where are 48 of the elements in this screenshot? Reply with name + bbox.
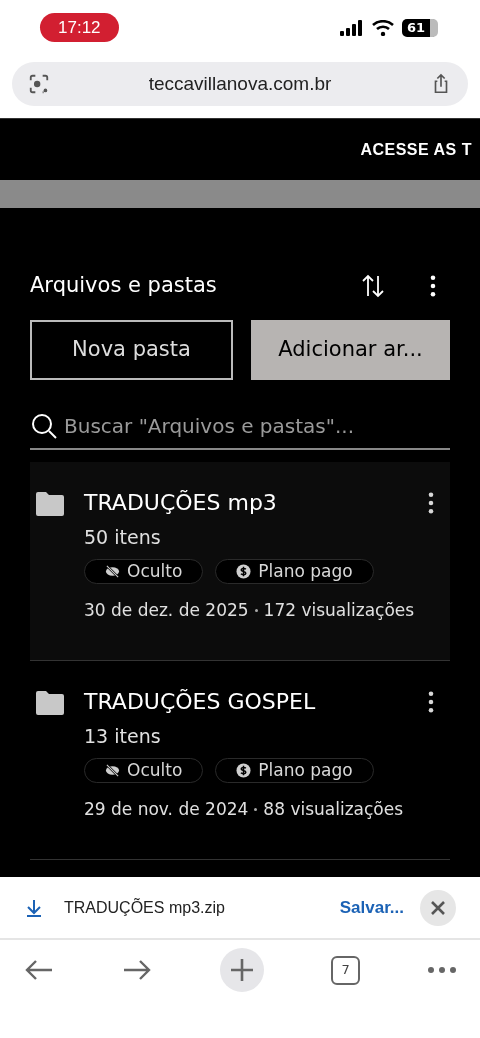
address-bar[interactable]: teccavillanova.com.br	[12, 62, 468, 106]
search-icon	[30, 411, 58, 440]
add-file-button[interactable]: Adicionar ar...	[251, 319, 450, 380]
forward-icon[interactable]	[121, 958, 152, 982]
back-icon[interactable]	[24, 958, 54, 982]
dollar-icon	[236, 763, 252, 778]
tag-label: Oculto	[127, 559, 183, 583]
section-title: Arquivos e pastas	[30, 272, 217, 299]
eye-off-icon	[105, 763, 120, 778]
separator-dot	[254, 808, 258, 812]
more-icon[interactable]	[428, 690, 434, 713]
tabs-button[interactable]: 7	[331, 955, 361, 985]
more-icon[interactable]	[430, 274, 436, 297]
folder-name: TRADUÇÕES mp3	[84, 488, 277, 517]
folder-date: 30 de dez. de 2025	[84, 599, 249, 622]
separator-dot	[254, 609, 258, 613]
battery-indicator: 61	[401, 18, 438, 37]
url-text: teccavillanova.com.br	[148, 71, 332, 96]
signal-icon	[339, 19, 364, 36]
item-count: 50 itens	[84, 524, 162, 550]
eye-off-icon	[105, 564, 120, 579]
file-name: TRADUÇÕES mp3.zip	[64, 897, 226, 918]
save-link[interactable]: Salvar...	[339, 894, 404, 921]
folder-name: TRADUÇÕES GOSPEL	[84, 687, 316, 716]
item-count: 13 itens	[84, 723, 162, 749]
more-icon[interactable]	[428, 491, 434, 514]
new-tab-button[interactable]	[219, 948, 264, 992]
folder-icon	[36, 491, 64, 516]
tag-label: Plano pago	[258, 758, 353, 782]
sort-icon[interactable]	[360, 273, 386, 298]
folder-date: 29 de nov. de 2024	[84, 798, 249, 821]
search-field[interactable]: Buscar "Arquivos e pastas"...	[64, 410, 450, 441]
banner-text: ACESSE AS T	[360, 139, 472, 160]
view-count: 88 visualizações	[263, 798, 404, 821]
folder-card[interactable]: TRADUÇÕES mp3 50 itens Oculto Plano pago 30 de dez. de 2025 172 visualizações	[30, 461, 450, 661]
tag-label: Oculto	[127, 758, 183, 782]
close-icon	[430, 899, 446, 916]
folder-icon	[36, 690, 64, 715]
lens-icon[interactable]	[28, 73, 50, 95]
close-button[interactable]	[420, 889, 456, 926]
new-folder-button[interactable]: Nova pasta	[30, 319, 233, 380]
wifi-icon	[371, 19, 394, 36]
plus-icon	[229, 958, 254, 982]
download-icon	[24, 897, 44, 918]
dollar-icon	[236, 564, 252, 579]
tag-label: Plano pago	[258, 559, 353, 583]
clock: 17:12	[40, 12, 119, 43]
view-count: 172 visualizações	[263, 599, 415, 622]
